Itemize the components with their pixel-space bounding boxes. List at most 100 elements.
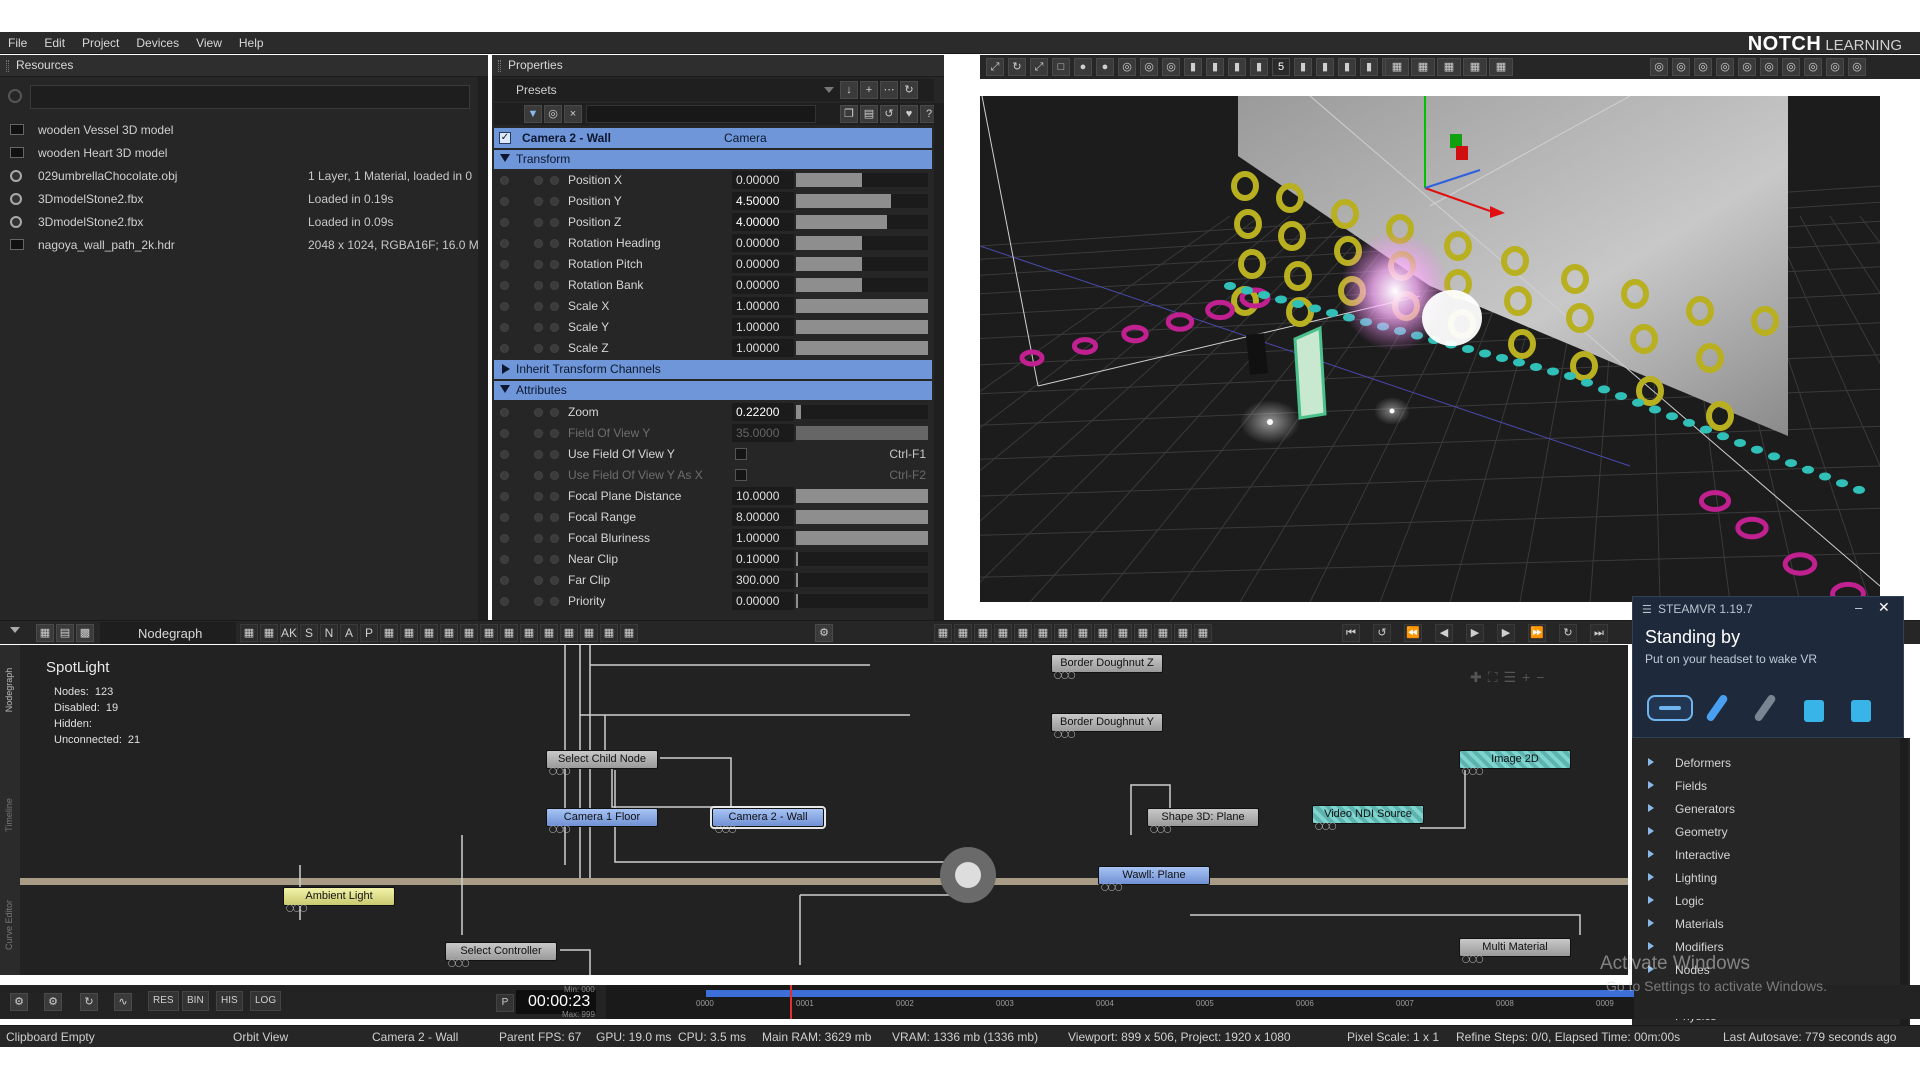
copy-icon[interactable]: ❐	[840, 105, 858, 123]
node-pins-icon[interactable]: ◯◯◯	[1054, 671, 1075, 679]
property-value-input[interactable]: 0.00000	[732, 234, 794, 252]
close-icon[interactable]: ✕	[1878, 599, 1890, 616]
nodegraph-tab[interactable]: Nodegraph	[100, 622, 236, 644]
play-icon[interactable]: ▶	[1466, 624, 1484, 642]
menu-devices[interactable]: Devices	[128, 32, 188, 50]
grid-count-label[interactable]: 5	[1272, 58, 1290, 76]
nodegraph-tool-letter[interactable]: A	[340, 624, 358, 642]
render-tool-icon[interactable]: ▦	[1154, 624, 1172, 642]
link-dot-icon[interactable]	[534, 534, 543, 543]
transport-log-button[interactable]: LOG	[250, 991, 282, 1011]
property-slider[interactable]	[796, 594, 928, 608]
property-slider[interactable]	[796, 531, 928, 545]
viewport-tool-icon[interactable]: ▮	[1184, 58, 1202, 76]
node-pins-icon[interactable]: ◯◯◯	[549, 767, 570, 775]
property-value-input[interactable]: 0.22200	[732, 403, 794, 421]
property-value-input[interactable]: 0.10000	[732, 550, 794, 568]
grip-icon[interactable]	[498, 60, 501, 72]
waveform-icon[interactable]: ∿	[114, 993, 132, 1011]
headset-icon[interactable]	[1647, 695, 1693, 721]
node-pins-icon[interactable]: ◯◯◯	[1054, 730, 1075, 738]
step-back-icon[interactable]: ◀	[1435, 624, 1453, 642]
property-value-input[interactable]: 8.00000	[732, 508, 794, 526]
paste-icon[interactable]: ▤	[860, 105, 878, 123]
link-dot-icon[interactable]	[534, 513, 543, 522]
reset-icon[interactable]: ◎	[1716, 58, 1734, 76]
nodegraph-tool-icon[interactable]: ▦	[240, 624, 258, 642]
keyframe-dot-icon[interactable]	[500, 513, 509, 522]
library-item[interactable]: Geometry	[1648, 821, 1898, 843]
properties-scrollbar[interactable]	[934, 103, 944, 620]
section-transform[interactable]: Transform	[494, 150, 932, 169]
section-inherit[interactable]: Inherit Transform Channels	[494, 360, 932, 379]
step-forward-icon[interactable]: ▶	[1497, 624, 1515, 642]
property-value-input[interactable]: 0.00000	[732, 276, 794, 294]
nodegraph-tool-icon[interactable]: ▦	[460, 624, 478, 642]
property-value-input[interactable]: 35.0000	[732, 424, 794, 442]
keyframe-dot-icon[interactable]	[500, 218, 509, 227]
node-pins-icon[interactable]: ◯◯◯	[1315, 822, 1336, 830]
hamburger-icon[interactable]: ☰	[1642, 603, 1652, 616]
render-tool-icon[interactable]: ▦	[954, 624, 972, 642]
library-item[interactable]: Logic	[1648, 890, 1898, 912]
frame-tool-icon[interactable]: □	[1052, 58, 1070, 76]
controller-icon[interactable]	[1753, 693, 1777, 723]
render-tool-icon[interactable]: ▦	[1054, 624, 1072, 642]
nodegraph-tool-icon[interactable]: ▦	[580, 624, 598, 642]
download-icon[interactable]: ↓	[840, 81, 858, 99]
property-value-input[interactable]: 0.00000	[732, 592, 794, 610]
advanced-settings-icon[interactable]: ⚙	[44, 993, 62, 1011]
keyframe-dot-icon[interactable]	[500, 576, 509, 585]
zoom-icon[interactable]: ◎	[1782, 58, 1800, 76]
property-slider[interactable]	[796, 426, 928, 440]
keyframe-dot-icon[interactable]	[500, 197, 509, 206]
node-select-child-node[interactable]: Select Child Node ◯◯◯	[546, 750, 658, 775]
target-icon[interactable]: ◎	[1650, 58, 1668, 76]
keyframe-dot-icon[interactable]	[500, 597, 509, 606]
node-border-doughnut-y[interactable]: Border Doughnut Y ◯◯◯	[1051, 713, 1163, 738]
render-tool-icon[interactable]: ▦	[1134, 624, 1152, 642]
expose-dot-icon[interactable]	[550, 239, 559, 248]
property-slider[interactable]	[796, 236, 928, 250]
keyframe-dot-icon[interactable]	[500, 239, 509, 248]
property-slider[interactable]	[796, 489, 928, 503]
nodegraph-tool-icon[interactable]: ▦	[500, 624, 518, 642]
library-item[interactable]: Generators	[1648, 798, 1898, 820]
library-item[interactable]: Materials	[1648, 913, 1898, 935]
property-checkbox[interactable]	[735, 469, 747, 481]
pivot-icon[interactable]: ●	[1096, 58, 1114, 76]
nodegraph-tool-icon[interactable]: ▦	[440, 624, 458, 642]
timeline-track[interactable]: 0000 0001 0002 0003 0004 0005 0006 0007 0008 0009	[606, 985, 1634, 1019]
viewport-tool-icon[interactable]: ▮	[1228, 58, 1246, 76]
resources-scrollbar[interactable]	[478, 77, 488, 620]
keyframe-dot-icon[interactable]	[500, 450, 509, 459]
move-icon[interactable]: ◎	[1672, 58, 1690, 76]
expose-dot-icon[interactable]	[550, 429, 559, 438]
library-item[interactable]: Fields	[1648, 775, 1898, 797]
snap-icon[interactable]: ◎	[1118, 58, 1136, 76]
expose-dot-icon[interactable]	[550, 197, 559, 206]
nodegraph-tool-letter[interactable]: AK	[280, 624, 298, 642]
nodegraph-tool-letter[interactable]: N	[320, 624, 338, 642]
properties-filter-input[interactable]	[586, 105, 816, 123]
property-value-input[interactable]: 10.0000	[732, 487, 794, 505]
expose-dot-icon[interactable]	[550, 492, 559, 501]
library-item[interactable]: Interactive	[1648, 844, 1898, 866]
node-pins-icon[interactable]: ◯◯◯	[1462, 767, 1483, 775]
orbit-icon[interactable]: ◎	[1738, 58, 1756, 76]
render-tool-icon[interactable]: ▦	[1174, 624, 1192, 642]
minus-icon[interactable]: ◎	[1848, 58, 1866, 76]
expose-dot-icon[interactable]	[550, 344, 559, 353]
local-icon[interactable]: ◎	[1162, 58, 1180, 76]
expose-dot-icon[interactable]	[550, 450, 559, 459]
property-slider[interactable]	[796, 573, 928, 587]
viewport-tool-icon[interactable]: ▮	[1250, 58, 1268, 76]
zoom-in-icon[interactable]: ◎	[1760, 58, 1778, 76]
property-slider[interactable]	[796, 552, 928, 566]
fit-icon[interactable]: ◎	[1694, 58, 1712, 76]
node-camera-2-wall[interactable]: Camera 2 - Wall ◯◯◯	[710, 806, 826, 833]
keyframe-dot-icon[interactable]	[500, 344, 509, 353]
reset-icon[interactable]: ↺	[880, 105, 898, 123]
resource-item[interactable]: 3DmodelStone2.fbx Loaded in 0.09s	[0, 210, 478, 233]
link-dot-icon[interactable]	[534, 281, 543, 290]
